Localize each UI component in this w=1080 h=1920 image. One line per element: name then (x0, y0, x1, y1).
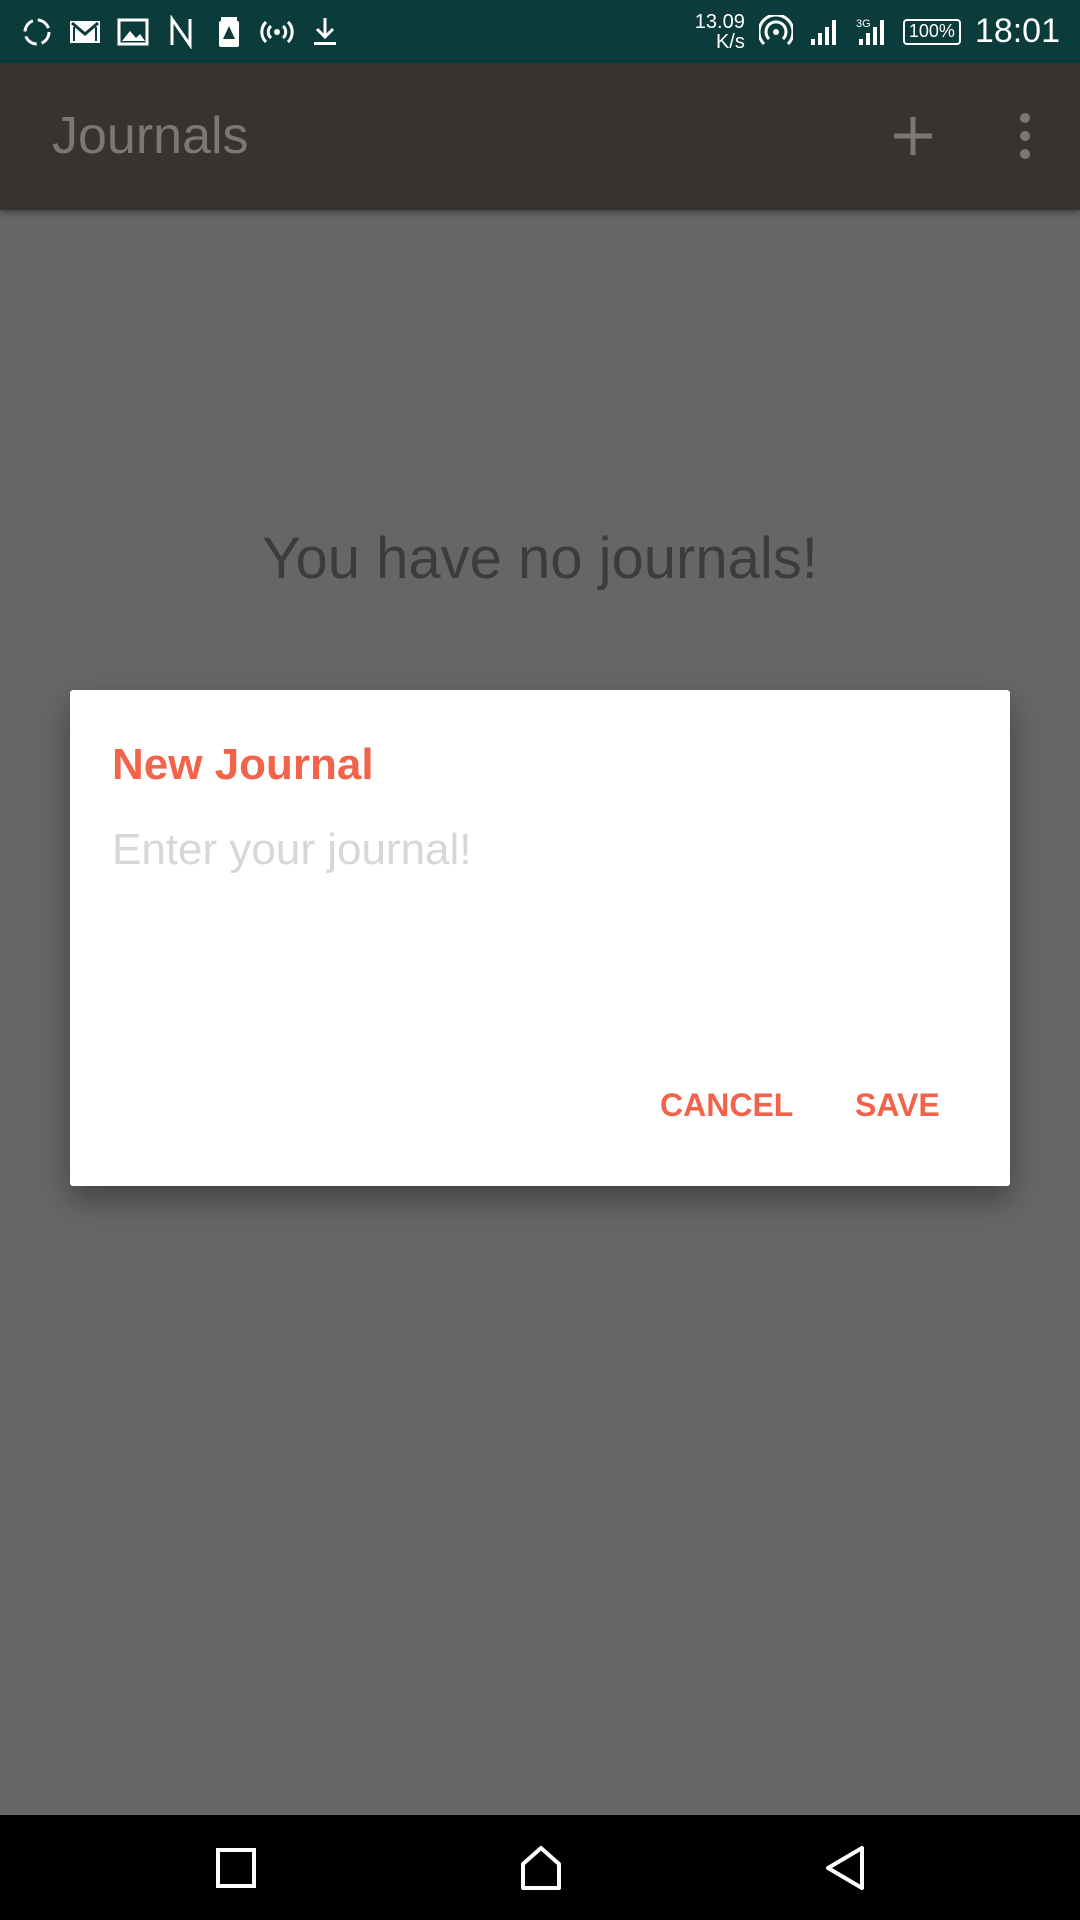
home-icon (521, 1846, 561, 1890)
save-button[interactable]: SAVE (855, 1085, 940, 1125)
gallery-icon (116, 15, 150, 49)
add-journal-button[interactable] (880, 103, 946, 169)
page-title: Journals (52, 107, 249, 165)
overflow-menu-button[interactable] (1000, 103, 1050, 169)
net-speed-value: 13.09 (694, 10, 745, 33)
wifi-icon (758, 14, 793, 49)
gmail-icon (68, 15, 102, 49)
net-speed-unit: K/s (715, 30, 745, 53)
status-bar: 13.09 K/s 3G 100% 18:01 (0, 0, 1080, 63)
signal-3g-icon: 3G (855, 15, 889, 49)
app-bar: Journals (0, 63, 1080, 210)
cancel-button[interactable]: CANCEL (660, 1085, 793, 1125)
dialog-title: New Journal (112, 740, 374, 789)
hotspot-icon (260, 15, 294, 49)
recent-apps-button[interactable] (205, 1837, 267, 1899)
signal-icon (807, 15, 841, 49)
status-time: 18:01 (974, 12, 1060, 50)
status-bar-system: 13.09 K/s 3G 100% 18:01 (687, 0, 1060, 63)
download-icon (308, 15, 342, 49)
sync-icon (20, 15, 54, 49)
add-icon (894, 117, 932, 155)
status-bar-notifications (20, 0, 342, 63)
recent-apps-icon (216, 1848, 256, 1888)
svg-text:3G: 3G (856, 18, 871, 30)
back-button[interactable] (815, 1837, 877, 1899)
home-button[interactable] (510, 1837, 572, 1899)
journal-input[interactable] (112, 820, 962, 880)
navigation-bar (0, 1815, 1080, 1920)
battery-indicator: 100% (902, 18, 961, 45)
more-vert-icon (1020, 113, 1030, 159)
empty-state-message: You have no journals! (262, 526, 818, 591)
net-speed: 13.09 K/s (687, 12, 745, 52)
n-icon (164, 14, 198, 49)
new-journal-dialog: New Journal CANCEL SAVE (70, 690, 1010, 1186)
battery-alert-icon (212, 15, 246, 49)
back-icon (826, 1846, 864, 1890)
